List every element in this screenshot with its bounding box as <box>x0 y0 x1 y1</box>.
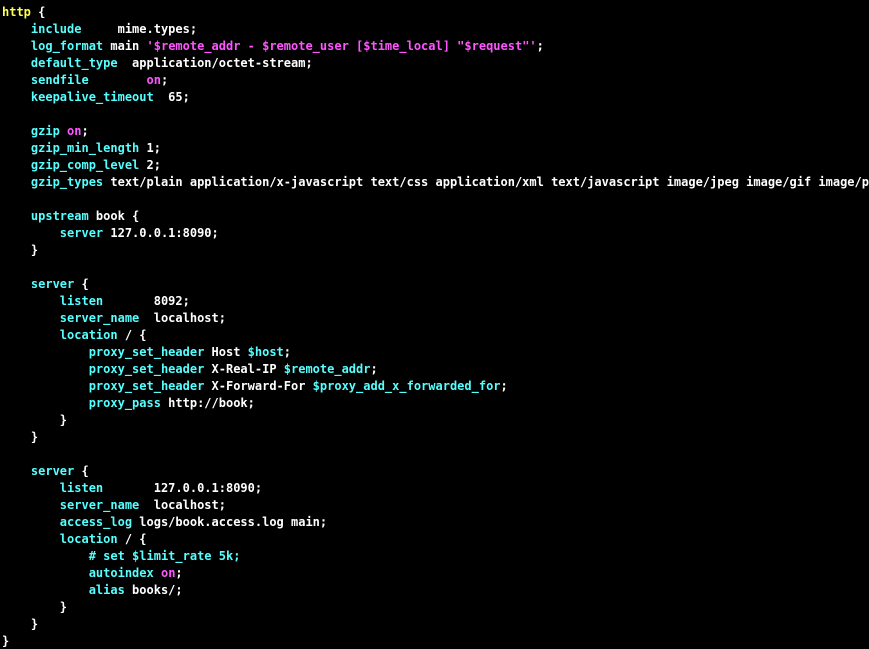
code-line: location / { <box>2 532 147 546</box>
code-line: gzip_min_length 1; <box>2 141 161 155</box>
code-line: default_type application/octet-stream; <box>2 56 313 70</box>
code-line: } <box>2 600 67 614</box>
code-line: } <box>2 617 38 631</box>
code-line: listen 8092; <box>2 294 190 308</box>
code-line: server_name localhost; <box>2 311 226 325</box>
code-line: gzip_types text/plain application/x-java… <box>2 175 869 189</box>
code-line: listen 127.0.0.1:8090; <box>2 481 262 495</box>
code-line: } <box>2 413 67 427</box>
code-line: proxy_pass http://book; <box>2 396 255 410</box>
code-line: upstream book { <box>2 209 139 223</box>
nginx-config-code: http { include mime.types; log_format ma… <box>0 0 869 649</box>
code-line: proxy_set_header X-Forward-For $proxy_ad… <box>2 379 508 393</box>
code-line: proxy_set_header Host $host; <box>2 345 291 359</box>
code-line: gzip on; <box>2 124 89 138</box>
code-line: sendfile on; <box>2 73 168 87</box>
code-line: proxy_set_header X-Real-IP $remote_addr; <box>2 362 378 376</box>
code-line: gzip_comp_level 2; <box>2 158 161 172</box>
code-line: location / { <box>2 328 147 342</box>
code-line: alias books/; <box>2 583 183 597</box>
code-line: } <box>2 243 38 257</box>
code-line: http { <box>2 5 45 19</box>
code-line: access_log logs/book.access.log main; <box>2 515 327 529</box>
code-line: server 127.0.0.1:8090; <box>2 226 219 240</box>
code-line: server { <box>2 277 89 291</box>
code-line: } <box>2 430 38 444</box>
code-line: log_format main '$remote_addr - $remote_… <box>2 39 544 53</box>
code-line: autoindex on; <box>2 566 183 580</box>
code-line: server_name localhost; <box>2 498 226 512</box>
code-line: keepalive_timeout 65; <box>2 90 190 104</box>
code-line: include mime.types; <box>2 22 197 36</box>
code-line: server { <box>2 464 89 478</box>
code-line: # set $limit_rate 5k; <box>2 549 240 563</box>
code-line: } <box>2 634 9 648</box>
